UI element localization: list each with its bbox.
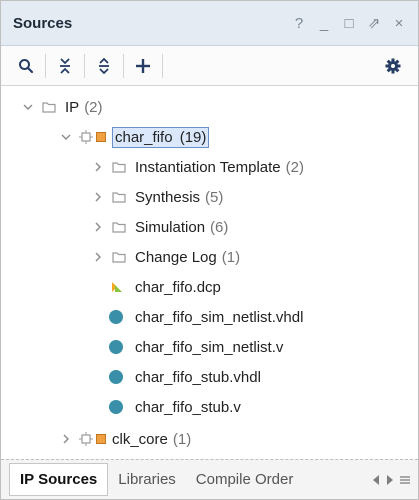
- tree-item-label: Simulation: [135, 218, 206, 236]
- folder-icon: [111, 190, 127, 204]
- tree-item-label: Instantiation Template: [135, 158, 281, 176]
- tree-item-label: clk_core: [112, 430, 168, 448]
- chevron-right-icon[interactable]: [91, 250, 105, 264]
- file-name: char_fifo.dcp: [135, 278, 221, 296]
- chevron-right-icon[interactable]: [59, 432, 73, 446]
- bottom-tabbar: IP Sources Libraries Compile Order: [1, 459, 418, 499]
- panel-titlebar: Sources ? _ □ ⇗ ×: [1, 1, 418, 46]
- tree-item-label: Change Log: [135, 248, 217, 266]
- tree-item-change-log[interactable]: Change Log (1): [1, 242, 418, 272]
- file-name: char_fifo_stub.v: [135, 398, 241, 416]
- tree-item-file[interactable]: char_fifo_stub.v: [1, 392, 418, 422]
- tab-compile-order[interactable]: Compile Order: [186, 464, 304, 495]
- tab-scroll-left-icon[interactable]: [372, 474, 380, 485]
- chevron-down-icon[interactable]: [21, 100, 35, 114]
- tree-item-synthesis[interactable]: Synthesis (5): [1, 182, 418, 212]
- tree-item-count: (6): [210, 218, 229, 236]
- tree-item-instantiation-template[interactable]: Instantiation Template (2): [1, 152, 418, 182]
- checkpoint-file-icon: [109, 280, 123, 294]
- tab-navigation: [372, 474, 418, 485]
- tree-item-ip[interactable]: IP (2): [1, 92, 418, 122]
- tree-item-char-fifo[interactable]: char_fifo (19): [1, 122, 418, 152]
- file-dot-icon: [109, 400, 123, 414]
- expand-all-icon: [99, 57, 109, 74]
- window-controls: ? _ □ ⇗ ×: [292, 14, 406, 33]
- search-icon: [19, 58, 34, 73]
- tree-item-count: (1): [172, 430, 192, 448]
- tree-item-count: (1): [221, 248, 241, 266]
- maximize-icon[interactable]: □: [342, 15, 356, 32]
- expand-all-button[interactable]: [89, 51, 119, 81]
- float-icon[interactable]: ⇗: [367, 14, 381, 32]
- collapse-all-button[interactable]: [50, 51, 80, 81]
- toolbar-separator: [84, 53, 85, 78]
- ip-core-icon: [79, 432, 106, 446]
- tree-item-clk-core[interactable]: clk_core (1): [1, 424, 418, 454]
- folder-icon: [41, 100, 57, 114]
- tree-item-label: Synthesis: [135, 188, 201, 206]
- tree-item-file[interactable]: char_fifo_sim_netlist.vhdl: [1, 302, 418, 332]
- sources-tree: IP (2) char_fifo (19) Instantiation Temp…: [1, 87, 418, 457]
- chevron-right-icon[interactable]: [91, 160, 105, 174]
- toolbar-separator: [45, 53, 46, 78]
- settings-button[interactable]: [378, 51, 408, 81]
- folder-icon: [111, 160, 127, 174]
- tree-item-count: (2): [285, 158, 304, 176]
- selected-item: char_fifo (19): [112, 126, 210, 148]
- file-dot-icon: [109, 340, 123, 354]
- settings-icon: [385, 58, 401, 73]
- folder-icon: [111, 220, 127, 234]
- file-dot-icon: [109, 310, 123, 324]
- ip-core-icon: [79, 130, 106, 144]
- chevron-right-icon[interactable]: [91, 190, 105, 204]
- tree-item-count: (5): [205, 188, 224, 206]
- tree-item-file[interactable]: char_fifo.dcp: [1, 272, 418, 302]
- toolbar-separator: [162, 53, 163, 78]
- help-icon[interactable]: ?: [292, 15, 306, 32]
- add-icon: [136, 58, 150, 73]
- chevron-down-icon[interactable]: [59, 130, 73, 144]
- search-button[interactable]: [11, 51, 41, 81]
- sources-panel: Sources ? _ □ ⇗ × IP (2) char_fifo (19) …: [0, 0, 419, 500]
- file-name: char_fifo_sim_netlist.v: [135, 338, 284, 356]
- chevron-right-icon[interactable]: [91, 220, 105, 234]
- tree-item-simulation[interactable]: Simulation (6): [1, 212, 418, 242]
- tree-item-label: char_fifo: [115, 128, 173, 146]
- tab-scroll-right-icon[interactable]: [386, 474, 394, 485]
- tree-item-file[interactable]: char_fifo_stub.vhdl: [1, 362, 418, 392]
- tree-item-count: (2): [84, 98, 103, 116]
- tree-item-label: IP: [65, 98, 80, 116]
- tree-item-count: (19): [179, 128, 207, 146]
- tab-menu-icon[interactable]: [400, 475, 410, 485]
- minimize-icon[interactable]: _: [317, 15, 331, 32]
- tree-item-file[interactable]: char_fifo_sim_netlist.v: [1, 332, 418, 362]
- close-icon[interactable]: ×: [392, 15, 406, 32]
- tab-ip-sources[interactable]: IP Sources: [9, 463, 109, 496]
- file-name: char_fifo_sim_netlist.vhdl: [135, 308, 304, 326]
- toolbar: [1, 46, 418, 86]
- add-button[interactable]: [128, 51, 158, 81]
- toolbar-separator: [123, 53, 124, 78]
- collapse-all-icon: [60, 57, 70, 74]
- tab-libraries[interactable]: Libraries: [108, 464, 186, 495]
- file-name: char_fifo_stub.vhdl: [135, 368, 261, 386]
- panel-title: Sources: [13, 14, 73, 32]
- folder-icon: [111, 250, 127, 264]
- file-dot-icon: [109, 370, 123, 384]
